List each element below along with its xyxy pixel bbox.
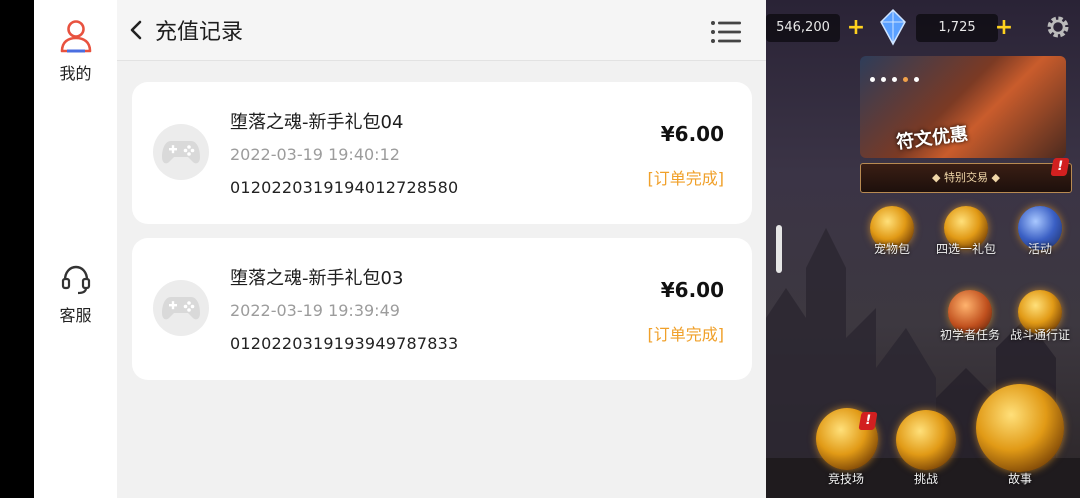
order-status: [订单完成] — [647, 325, 725, 344]
sidebar-item-label: 客服 — [59, 306, 92, 325]
crystal-icon — [880, 8, 906, 46]
page-title: 充值记录 — [155, 20, 244, 45]
special-deal-button[interactable]: ◆ 特别交易 ◆ — [860, 163, 1072, 193]
product-name: 堕落之魂-新手礼包04 — [230, 112, 404, 133]
arena-label: 竞技场 — [827, 472, 864, 486]
beginner-quest-label: 初学者任务 — [939, 328, 1000, 342]
product-name: 堕落之魂-新手礼包03 — [230, 268, 404, 289]
sidebar-item-mine[interactable]: 我的 — [34, 18, 117, 84]
order-time: 2022-03-19 19:40:12 — [230, 145, 400, 164]
sidebar-item-service[interactable]: 客服 — [34, 262, 117, 326]
gamepad-icon — [153, 124, 209, 180]
order-price: ¥6.00 — [660, 278, 724, 302]
crossed-swords-icon[interactable] — [976, 384, 1064, 472]
promo-banner[interactable]: 符文优惠 — [860, 56, 1066, 158]
list-menu-icon[interactable] — [710, 19, 742, 45]
order-id: 012022031919401272858​0 — [230, 178, 459, 197]
alert-badge: ! — [1050, 158, 1070, 176]
settings-gear-icon[interactable] — [1045, 14, 1071, 40]
order-status: [订单完成] — [647, 169, 725, 188]
skull-icon[interactable] — [896, 410, 956, 470]
headset-icon — [61, 265, 90, 295]
story-label: 故事 — [1007, 472, 1032, 486]
recharge-records-panel: 充值记录 堕落之魂-新手礼包04 2022-03-19 19:40:12 012… — [117, 0, 766, 498]
carousel-dots — [870, 67, 925, 86]
record-card[interactable]: 堕落之魂-新手礼包03 2022-03-19 19:39:49 01202203… — [132, 238, 752, 380]
challenge-label: 挑战 — [913, 472, 938, 486]
choice-pack-label: 四选一礼包 — [935, 242, 996, 256]
gamepad-icon — [153, 280, 209, 336]
back-icon[interactable] — [125, 18, 149, 42]
gold-amount: 546,200 — [766, 14, 840, 42]
event-label: 活动 — [1027, 242, 1052, 256]
sidebar-item-label: 我的 — [59, 64, 92, 83]
currency-bar: 546,200 + 1,725 + — [766, 8, 1080, 46]
user-icon — [60, 20, 91, 53]
scroll-handle[interactable] — [776, 225, 782, 273]
add-gem-button[interactable]: + — [994, 17, 1014, 39]
game-screen: 546,200 + 1,725 + 符文优惠 ◆ 特别交易 ◆ ! 宠物包 四选… — [766, 0, 1080, 498]
order-time: 2022-03-19 19:39:49 — [230, 301, 400, 320]
gem-amount: 1,725 — [916, 14, 998, 42]
record-card[interactable]: 堕落之魂-新手礼包04 2022-03-19 19:40:12 01202203… — [132, 82, 752, 224]
banner-text: 符文优惠 — [895, 123, 970, 154]
battle-pass-label: 战斗通行证 — [1009, 328, 1070, 342]
add-gold-button[interactable]: + — [846, 17, 866, 39]
special-deal-label: ◆ 特别交易 ◆ — [932, 171, 1000, 184]
sidebar: 我的 客服 — [34, 0, 117, 498]
pet-pack-label: 宠物包 — [873, 242, 910, 256]
order-id: 0120220319193949787833 — [230, 334, 459, 353]
alert-badge: ! — [858, 412, 878, 430]
order-price: ¥6.00 — [660, 122, 724, 146]
header: 充值记录 — [117, 0, 766, 61]
